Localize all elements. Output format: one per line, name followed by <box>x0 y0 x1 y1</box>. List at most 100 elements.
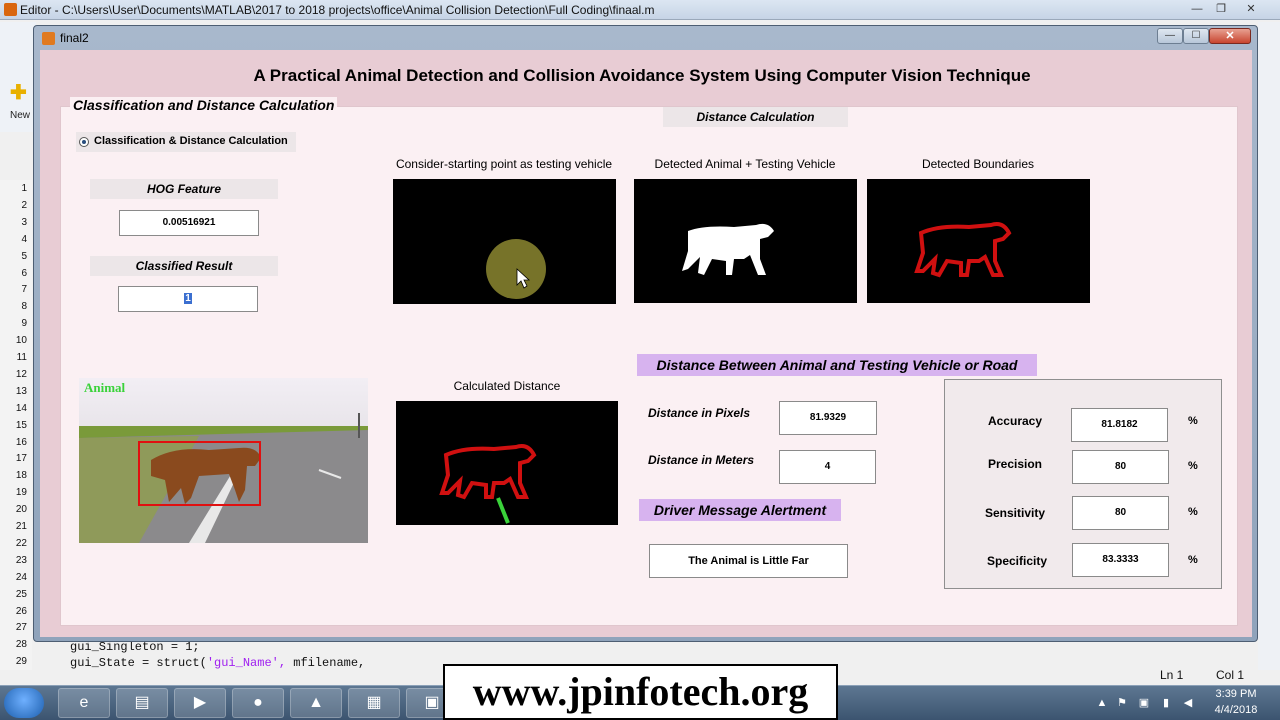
animal-detection-tag: Animal <box>84 380 126 395</box>
distance-between-label: Distance Between Animal and Testing Vehi… <box>637 354 1037 376</box>
classified-result-label: Classified Result <box>90 256 278 276</box>
line-number: 3 <box>21 216 27 228</box>
new-label[interactable]: New <box>10 110 30 121</box>
detected-boundaries-image <box>867 179 1090 303</box>
line-number: 27 <box>15 622 27 634</box>
figure-window-title: final2 <box>60 31 89 45</box>
hog-feature-value[interactable]: 0.00516921 <box>119 210 259 236</box>
caption-detected-animal: Detected Animal + Testing Vehicle <box>654 157 836 171</box>
line-number: 5 <box>21 250 27 262</box>
hog-feature-label: HOG Feature <box>90 179 278 199</box>
caption-calculated-distance: Calculated Distance <box>453 379 561 393</box>
code-text: mfilename, <box>286 656 366 670</box>
line-number: 26 <box>15 605 27 617</box>
line-number: 21 <box>15 521 27 532</box>
classified-result-field[interactable]: 1 <box>118 286 258 312</box>
line-number: 7 <box>21 284 27 296</box>
caption-detected-boundaries: Detected Boundaries <box>921 157 1035 171</box>
classification-radio-button[interactable]: Classification & Distance Calculation <box>76 132 296 152</box>
animal-input-image <box>79 378 368 543</box>
distance-pixels-label: Distance in Pixels <box>648 406 751 420</box>
radio-selected-icon[interactable] <box>79 137 89 147</box>
calculated-distance-image <box>396 401 618 525</box>
line-number: 15 <box>15 419 27 431</box>
precision-value[interactable]: 80 <box>1072 450 1169 484</box>
line-number: 25 <box>15 588 27 600</box>
precision-label: Precision <box>987 457 1043 471</box>
line-number: 12 <box>15 368 27 380</box>
editor-title: Editor - C:\Users\User\Documents\MATLAB\… <box>20 3 655 17</box>
radio-label: Classification & Distance Calculation <box>94 135 288 147</box>
media-player-icon[interactable]: ▶ <box>174 688 226 718</box>
line-number: 2 <box>21 199 27 211</box>
watermark: www.jpinfotech.org <box>443 664 838 720</box>
network-icon[interactable]: ▣ <box>1137 696 1151 710</box>
distance-calculation-header: Distance Calculation <box>663 107 848 127</box>
internet-explorer-icon[interactable]: e <box>58 688 110 718</box>
matlab-icon <box>4 3 17 16</box>
line-number: 20 <box>15 504 27 516</box>
line-number: 24 <box>15 571 27 583</box>
line-number: 9 <box>21 318 27 330</box>
status-line: Ln 1 <box>1160 668 1184 682</box>
caption-starting-point: Consider-starting point as testing vehic… <box>395 157 613 171</box>
sensitivity-value[interactable]: 80 <box>1072 496 1169 530</box>
notepad-icon[interactable]: ▦ <box>348 688 400 718</box>
sensitivity-label: Sensitivity <box>984 506 1046 520</box>
clock-time[interactable]: 3:39 PM <box>1206 688 1266 700</box>
code-string: 'gui_Name', <box>206 656 287 670</box>
distance-meters-value[interactable]: 4 <box>779 450 876 484</box>
volume-icon[interactable]: ◀ <box>1181 696 1195 710</box>
file-explorer-icon[interactable]: ▤ <box>116 688 168 718</box>
starting-point-image <box>393 179 616 304</box>
line-number: 28 <box>15 639 27 651</box>
editor-status-bar: Ln 1 Col 1 <box>1150 668 1280 684</box>
line-number: 29 <box>15 656 27 668</box>
line-number: 11 <box>16 352 27 363</box>
firefox-icon[interactable]: ● <box>232 688 284 718</box>
line-number: 23 <box>15 554 27 566</box>
distance-meters-label: Distance in Meters <box>648 453 755 467</box>
code-text: gui_State = struct( <box>70 656 207 670</box>
line-number: 13 <box>15 385 27 397</box>
tray-arrow-icon[interactable]: ▲ <box>1095 696 1109 710</box>
precision-unit: % <box>1188 460 1198 472</box>
code-line[interactable]: gui_State = struct('gui_Name', mfilename… <box>70 656 365 670</box>
start-button[interactable] <box>4 688 44 718</box>
accuracy-unit: % <box>1188 415 1198 427</box>
flag-icon[interactable]: ⚑ <box>1115 696 1129 710</box>
line-number: 14 <box>15 402 27 414</box>
line-number-gutter: 1 2 3 4 5 6 7 8 9 10 11 12 13 14 15 16 17 18 19 20 21 22 23 24 2… <box>0 180 32 670</box>
main-title: A Practical Animal Detection and Collisi… <box>253 66 1031 85</box>
detected-animal-image <box>634 179 857 303</box>
line-number: 6 <box>21 267 27 279</box>
minimize-icon[interactable]: — <box>1186 1 1208 17</box>
driver-message-value[interactable]: The Animal is Little Far <box>649 544 848 578</box>
code-line[interactable]: gui_Singleton = 1; <box>70 640 200 654</box>
signal-icon[interactable]: ▮ <box>1159 696 1173 710</box>
clock-date[interactable]: 4/4/2018 <box>1206 704 1266 716</box>
line-number: 4 <box>21 233 27 245</box>
specificity-value[interactable]: 83.3333 <box>1072 543 1169 577</box>
line-number: 16 <box>15 436 27 448</box>
figure-close-button[interactable]: ✕ <box>1209 28 1251 44</box>
panel-title: Classification and Distance Calculation <box>70 97 338 113</box>
classified-result-value: 1 <box>184 293 192 304</box>
editor-right-strip <box>1258 22 1280 670</box>
editor-titlebar: Editor - C:\Users\User\Documents\MATLAB\… <box>0 0 1280 20</box>
close-icon[interactable]: ✕ <box>1240 1 1262 17</box>
line-number: 19 <box>15 487 27 499</box>
accuracy-label: Accuracy <box>987 414 1043 428</box>
matlab-taskbar-icon[interactable]: ▲ <box>290 688 342 718</box>
figure-icon <box>42 32 55 45</box>
restore-icon[interactable]: ❐ <box>1210 1 1232 17</box>
figure-minimize-button[interactable]: — <box>1157 28 1183 44</box>
line-number: 22 <box>15 537 27 549</box>
figure-maximize-button[interactable]: ☐ <box>1183 28 1209 44</box>
accuracy-value[interactable]: 81.8182 <box>1071 408 1168 442</box>
line-number: 18 <box>15 470 27 482</box>
line-number: 8 <box>21 301 27 313</box>
line-number: 17 <box>15 453 27 465</box>
sensitivity-unit: % <box>1188 506 1198 518</box>
distance-pixels-value[interactable]: 81.9329 <box>779 401 877 435</box>
